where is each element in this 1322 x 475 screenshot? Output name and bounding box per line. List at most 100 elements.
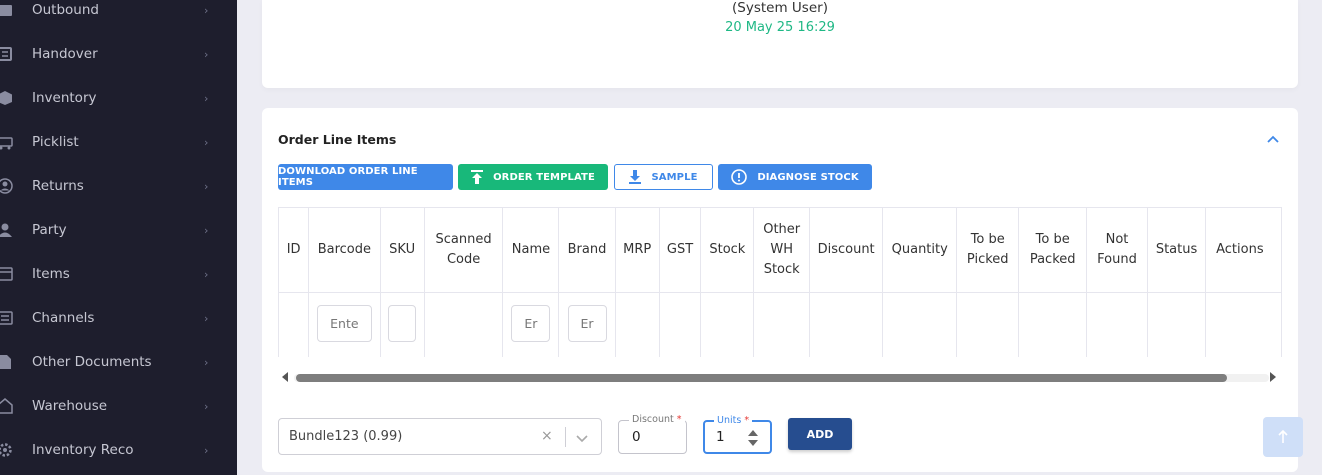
sidebar-item-label: Warehouse	[32, 398, 108, 414]
cell-not-found	[1086, 292, 1148, 357]
column-header-not-found[interactable]: Not Found	[1086, 207, 1148, 293]
chevron-right-icon: ›	[204, 443, 209, 457]
cell-barcode: Ente	[308, 292, 381, 357]
sidebar-item-outbound[interactable]: Outbound ›	[0, 0, 237, 32]
button-label: DOWNLOAD ORDER LINE ITEMS	[278, 166, 418, 188]
chevron-right-icon: ›	[204, 399, 209, 413]
diagnose-stock-button[interactable]: DIAGNOSE STOCK	[718, 164, 872, 190]
sidebar-item-label: Items	[32, 266, 70, 282]
handover-icon	[0, 46, 13, 62]
horizontal-scrollbar-thumb[interactable]	[296, 374, 1227, 382]
order-template-button[interactable]: ORDER TEMPLATE	[458, 164, 608, 190]
column-header-gst[interactable]: GST	[658, 207, 702, 293]
cell-quantity	[882, 292, 958, 357]
sidebar-item-returns[interactable]: Returns ›	[0, 164, 237, 208]
order-line-items-table: ID Barcode SKU Scanned Code Name Brand M…	[278, 207, 1282, 357]
chevron-right-icon: ›	[204, 135, 209, 149]
document-icon	[0, 354, 13, 370]
scroll-to-top-button[interactable]	[1263, 417, 1303, 457]
cell-mrp	[614, 292, 660, 357]
cell-name: Er	[502, 292, 560, 357]
quantity-stepper-icon[interactable]	[747, 428, 759, 452]
sidebar-item-label: Other Documents	[32, 354, 152, 370]
sidebar-item-party[interactable]: Party ›	[0, 208, 237, 252]
bundle-select[interactable]: Bundle123 (0.99) ×	[278, 418, 602, 455]
chevron-right-icon: ›	[204, 179, 209, 193]
column-header-status[interactable]: Status	[1146, 207, 1207, 293]
brand-filter-input[interactable]: Er	[567, 304, 607, 342]
cell-to-be-picked	[956, 292, 1020, 357]
order-info-card: (System User) 20 May 25 16:29	[262, 0, 1298, 88]
sidebar-item-inventory[interactable]: Inventory ›	[0, 76, 237, 120]
chevron-down-icon[interactable]	[575, 430, 589, 449]
sidebar-item-channels[interactable]: Channels ›	[0, 296, 237, 340]
created-by-user: (System User)	[732, 0, 828, 16]
column-header-sku[interactable]: SKU	[379, 207, 425, 293]
chevron-right-icon: ›	[204, 47, 209, 61]
column-header-scanned-code[interactable]: Scanned Code	[423, 207, 504, 293]
outbound-icon	[0, 2, 13, 18]
sku-filter-input[interactable]	[388, 304, 417, 342]
column-header-to-be-packed[interactable]: To be Packed	[1018, 207, 1088, 293]
column-header-actions[interactable]: Actions	[1205, 207, 1282, 293]
returns-icon	[0, 178, 13, 194]
column-header-other-wh-stock[interactable]: Other WH Stock	[753, 207, 810, 293]
sidebar-item-other-documents[interactable]: Other Documents ›	[0, 340, 237, 384]
sidebar-item-label: Returns	[32, 178, 84, 194]
chevron-right-icon: ›	[204, 91, 209, 105]
cell-id	[278, 292, 310, 357]
sidebar-item-handover[interactable]: Handover ›	[0, 32, 237, 76]
column-header-barcode[interactable]: Barcode	[308, 207, 381, 293]
sidebar: Outbound › Handover › Inventory › Pickli…	[0, 0, 237, 475]
scroll-right-arrow[interactable]	[1270, 372, 1276, 382]
column-header-brand[interactable]: Brand	[558, 207, 616, 293]
sidebar-item-label: Handover	[32, 46, 98, 62]
barcode-filter-input[interactable]: Ente	[316, 304, 372, 342]
discount-input[interactable]: 0	[632, 429, 641, 445]
column-header-discount[interactable]: Discount	[808, 207, 884, 293]
table-header-row: ID Barcode SKU Scanned Code Name Brand M…	[278, 207, 1282, 293]
chevron-right-icon: ›	[204, 223, 209, 237]
cell-sku	[379, 292, 425, 357]
sidebar-item-label: Channels	[32, 310, 95, 326]
download-order-line-items-button[interactable]: DOWNLOAD ORDER LINE ITEMS	[278, 164, 453, 190]
sidebar-item-items[interactable]: Items ›	[0, 252, 237, 296]
cell-other-wh-stock	[753, 292, 810, 357]
name-filter-input[interactable]: Er	[511, 304, 551, 342]
download-icon	[629, 170, 642, 184]
channels-icon	[0, 310, 13, 326]
table-row: Ente Er Er	[278, 292, 1282, 357]
chevron-up-icon[interactable]	[1266, 132, 1280, 146]
column-header-quantity[interactable]: Quantity	[882, 207, 958, 293]
cell-discount	[808, 292, 884, 357]
column-header-name[interactable]: Name	[502, 207, 560, 293]
chevron-right-icon: ›	[204, 311, 209, 325]
sidebar-item-inventory-reco[interactable]: Inventory Reco ›	[0, 428, 237, 472]
units-input[interactable]: 1	[716, 429, 725, 445]
discount-field[interactable]: Discount * 0	[618, 414, 687, 454]
cell-gst	[658, 292, 702, 357]
scroll-left-arrow[interactable]	[282, 372, 288, 382]
column-header-id[interactable]: ID	[278, 207, 310, 293]
column-header-to-be-picked[interactable]: To be Picked	[956, 207, 1020, 293]
sidebar-item-label: Inventory	[32, 90, 97, 106]
column-header-mrp[interactable]: MRP	[614, 207, 660, 293]
upload-icon	[471, 170, 484, 184]
button-label: ORDER TEMPLATE	[493, 171, 595, 183]
chevron-right-icon: ›	[204, 355, 209, 369]
sidebar-item-warehouse[interactable]: Warehouse ›	[0, 384, 237, 428]
arrow-up-icon	[1278, 429, 1288, 443]
created-at-date: 20 May 25 16:29	[725, 20, 835, 35]
sidebar-item-label: Outbound	[32, 2, 99, 18]
cell-status	[1146, 292, 1207, 357]
discount-label: Discount *	[629, 414, 685, 425]
units-field[interactable]: Units * 1	[703, 415, 772, 454]
picklist-icon	[0, 134, 13, 150]
sample-button[interactable]: SAMPLE	[614, 164, 713, 190]
column-header-stock[interactable]: Stock	[700, 207, 755, 293]
sidebar-item-label: Picklist	[32, 134, 79, 150]
add-button[interactable]: ADD	[788, 418, 852, 450]
sidebar-item-picklist[interactable]: Picklist ›	[0, 120, 237, 164]
sidebar-item-label: Inventory Reco	[32, 442, 134, 458]
clear-icon[interactable]: ×	[541, 428, 553, 444]
